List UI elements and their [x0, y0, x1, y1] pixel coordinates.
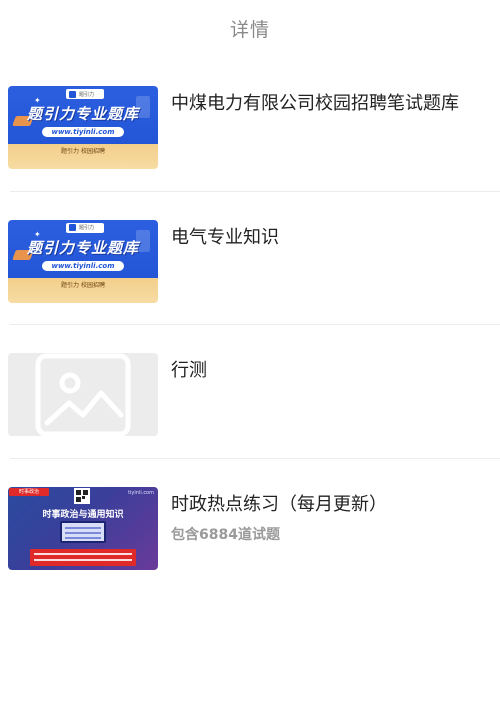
banner-url: www.tiyinli.com: [42, 127, 124, 137]
page-header: 详情: [0, 0, 500, 58]
course-thumbnail[interactable]: 题引力 ✦ 题引力专业题库 www.tiyinli.com 题引力 校园招聘: [8, 86, 158, 169]
image-placeholder-icon: [35, 353, 131, 436]
banner-title: 题引力专业题库: [26, 238, 139, 257]
banner-tag: 题引力 校园招聘: [61, 281, 105, 289]
qr-code-icon: [74, 487, 90, 504]
item-title[interactable]: 行测: [171, 356, 207, 382]
list-item[interactable]: 行测: [0, 325, 500, 459]
decoration-shape: [30, 548, 136, 566]
laptop-icon: [60, 520, 106, 543]
item-title[interactable]: 中煤电力有限公司校园招聘笔试题库: [171, 89, 459, 115]
page-title: 详情: [229, 18, 270, 41]
list-item[interactable]: 时事政治 tiyinli.com 时事政治与通用知识 时政热点练习（每月更新） …: [0, 459, 500, 593]
banner-badge: 时事政治: [9, 487, 49, 496]
item-title[interactable]: 电气专业知识: [171, 223, 279, 249]
banner-title: 时事政治与通用知识: [42, 509, 124, 520]
brand-logo: 题引力: [66, 89, 104, 99]
brand-logo: 题引力: [66, 222, 104, 233]
banner-title: 题引力专业题库: [26, 105, 139, 123]
list-item[interactable]: 题引力 ✦ 题引力专业题库 www.tiyinli.com 题引力 校园招聘 电…: [0, 192, 500, 325]
course-thumbnail[interactable]: [8, 353, 158, 436]
banner-tag: 题引力 校园招聘: [61, 148, 105, 155]
course-thumbnail[interactable]: 时事政治 tiyinli.com 时事政治与通用知识: [8, 486, 158, 570]
course-list: 题引力 ✦ 题引力专业题库 www.tiyinli.com 题引力 校园招聘 中…: [0, 58, 500, 592]
question-count: 包含6884道试题: [171, 526, 280, 543]
course-thumbnail[interactable]: 题引力 ✦ 题引力专业题库 www.tiyinli.com 题引力 校园招聘: [8, 219, 158, 303]
list-item[interactable]: 题引力 ✦ 题引力专业题库 www.tiyinli.com 题引力 校园招聘 中…: [0, 58, 500, 192]
banner-url: tiyinli.com: [128, 489, 154, 496]
item-title[interactable]: 时政热点练习（每月更新）: [171, 490, 387, 516]
banner-url: www.tiyinli.com: [42, 260, 124, 271]
